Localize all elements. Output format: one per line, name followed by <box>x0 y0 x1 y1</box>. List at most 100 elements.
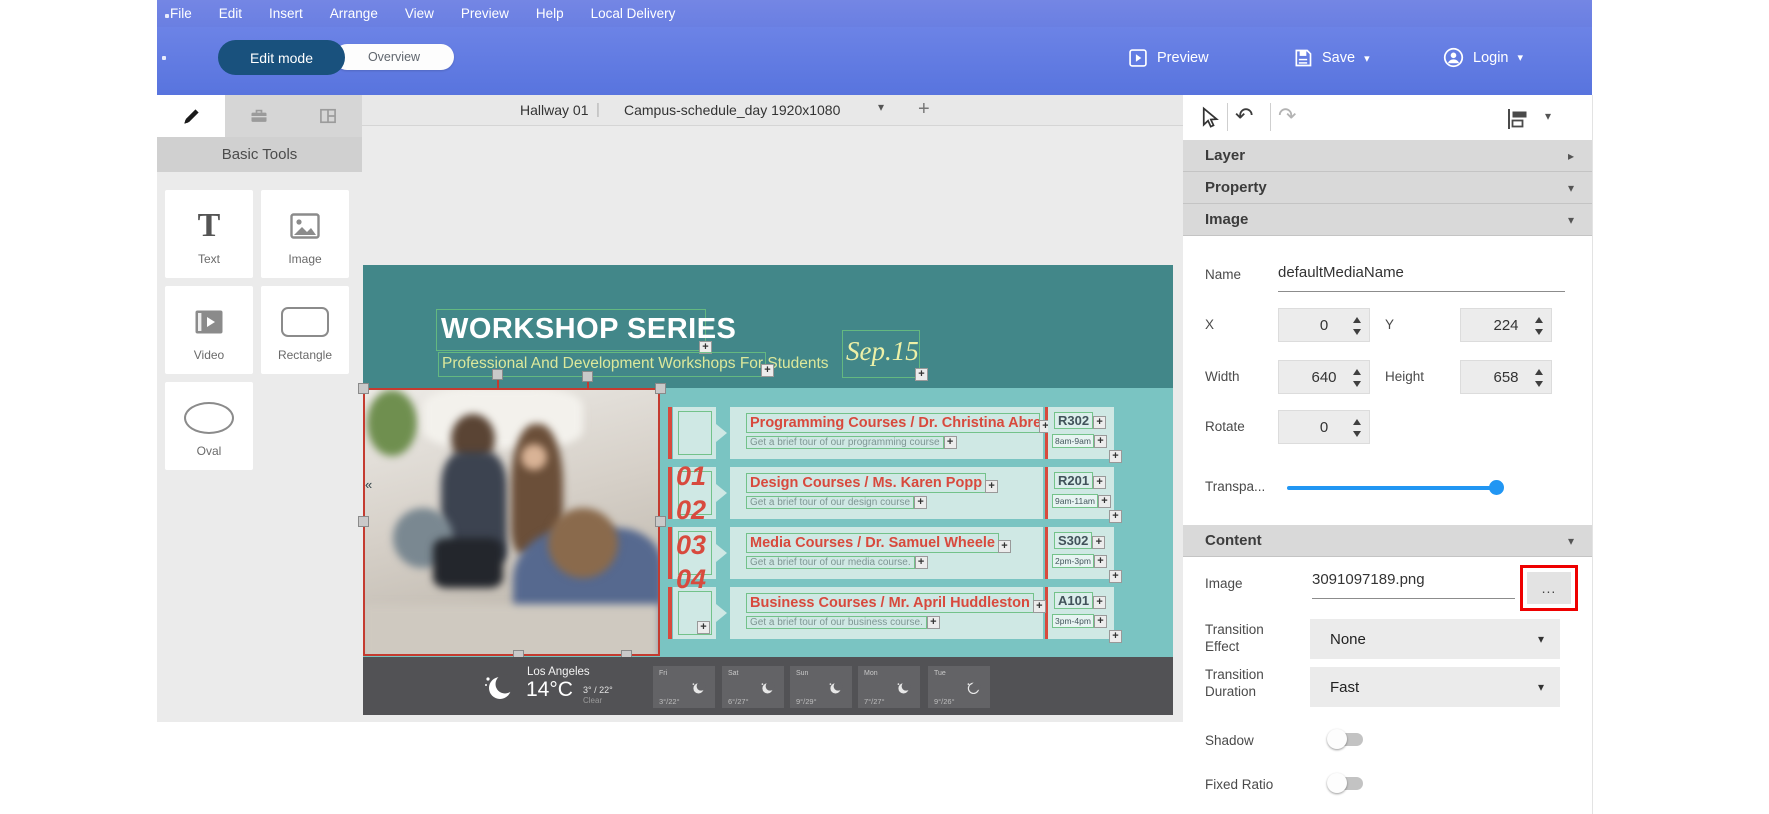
subtitle-selection-box[interactable]: Professional And Development Workshops F… <box>438 352 766 377</box>
selection-handle[interactable] <box>358 383 369 394</box>
login-dropdown-caret-icon[interactable] <box>1517 51 1523 64</box>
plus-handle-icon[interactable] <box>927 616 940 629</box>
section-content[interactable]: Content <box>1183 525 1592 557</box>
design-subtitle[interactable]: Professional And Development Workshops F… <box>439 353 765 373</box>
selection-handle[interactable] <box>655 383 666 394</box>
selection-handle[interactable] <box>582 371 593 382</box>
rotate-field[interactable]: 0 <box>1278 410 1370 444</box>
transparency-slider-knob[interactable] <box>1489 480 1504 495</box>
menu-item-edit[interactable]: Edit <box>219 6 242 21</box>
plus-handle-icon[interactable] <box>1109 510 1122 523</box>
save-button[interactable]: Save <box>1293 48 1370 68</box>
stepper-icon[interactable] <box>1353 316 1362 336</box>
menu-item-insert[interactable]: Insert <box>269 6 303 21</box>
row-desc[interactable]: Get a brief tour of our media course. <box>746 556 915 569</box>
tab-layouts[interactable] <box>294 95 362 137</box>
plus-handle-icon[interactable] <box>1109 630 1122 643</box>
row-title[interactable]: Design Courses / Ms. Karen Popp <box>746 473 986 493</box>
row-room[interactable]: A101 <box>1054 592 1093 609</box>
width-field[interactable]: 640 <box>1278 360 1370 394</box>
selection-handle[interactable] <box>492 369 503 380</box>
plus-handle-icon[interactable] <box>944 436 957 449</box>
screen-name[interactable]: Hallway 01 <box>520 102 588 118</box>
transition-effect-select[interactable]: None <box>1310 619 1560 659</box>
overview-toggle[interactable]: Overview <box>334 44 454 70</box>
redo-icon[interactable] <box>1278 105 1296 127</box>
plus-handle-icon[interactable] <box>1094 615 1107 628</box>
schedule-row[interactable]: Business Courses / Mr. April Huddleston … <box>668 587 1115 639</box>
row-room[interactable]: R302 <box>1054 412 1093 429</box>
tool-image[interactable]: Image <box>261 190 349 278</box>
menu-item-preview[interactable]: Preview <box>461 6 509 21</box>
plus-handle-icon[interactable] <box>1094 435 1107 448</box>
row-desc[interactable]: Get a brief tour of our design course <box>746 496 914 509</box>
image-selection-rect[interactable] <box>363 388 660 656</box>
menu-item-local-delivery[interactable]: Local Delivery <box>591 6 676 21</box>
row-title[interactable]: Programming Courses / Dr. Christina Abre… <box>746 413 1040 433</box>
row-time[interactable]: 3pm-4pm <box>1052 614 1094 628</box>
plus-handle-icon[interactable] <box>1093 596 1106 609</box>
row-time[interactable]: 9am-11am <box>1052 494 1098 508</box>
layout-dropdown-caret-icon[interactable] <box>878 100 884 114</box>
row-title[interactable]: Business Courses / Mr. April Huddleston <box>746 593 1034 613</box>
design-date[interactable]: Sep.15 <box>843 331 919 367</box>
design-title[interactable]: WORKSHOP SERIES <box>437 310 705 346</box>
row-time[interactable]: 2pm-3pm <box>1052 554 1094 568</box>
schedule-row[interactable]: Design Courses / Ms. Karen Popp Get a br… <box>668 467 1115 519</box>
edit-mode-toggle[interactable]: Edit mode <box>218 40 345 75</box>
menu-item-help[interactable]: Help <box>536 6 564 21</box>
plus-handle-icon[interactable] <box>1092 536 1105 549</box>
schedule-row[interactable]: Programming Courses / Dr. Christina Abre… <box>668 407 1115 459</box>
plus-handle-icon[interactable] <box>1094 555 1107 568</box>
menu-item-view[interactable]: View <box>405 6 434 21</box>
section-image[interactable]: Image <box>1183 204 1592 236</box>
selection-handle[interactable] <box>655 516 666 527</box>
login-button[interactable]: Login <box>1443 47 1523 68</box>
tab-basic-tools[interactable] <box>157 95 225 137</box>
plus-handle-icon[interactable] <box>915 556 928 569</box>
collapse-chevrons-icon[interactable]: « <box>365 477 372 492</box>
selection-handle[interactable] <box>358 516 369 527</box>
title-selection-box[interactable]: WORKSHOP SERIES <box>436 309 706 351</box>
cursor-icon[interactable] <box>1198 106 1221 130</box>
y-field[interactable]: 224 <box>1460 308 1552 342</box>
plus-handle-icon[interactable] <box>697 621 710 634</box>
stepper-icon[interactable] <box>1353 368 1362 388</box>
transparency-slider[interactable] <box>1287 486 1500 490</box>
tool-text[interactable]: T Text <box>165 190 253 278</box>
section-property[interactable]: Property <box>1183 172 1592 204</box>
transition-duration-select[interactable]: Fast <box>1310 667 1560 707</box>
align-icon[interactable] <box>1506 108 1530 130</box>
tool-rectangle[interactable]: Rectangle <box>261 286 349 374</box>
align-dropdown-caret-icon[interactable] <box>1545 109 1551 123</box>
schedule-row[interactable]: Media Courses / Dr. Samuel Wheele Get a … <box>668 527 1115 579</box>
row-time[interactable]: 8am-9am <box>1052 434 1094 448</box>
row-numbers[interactable]: 01 02 03 04 <box>676 460 718 598</box>
plus-handle-icon[interactable] <box>1093 476 1106 489</box>
stepper-icon[interactable] <box>1535 368 1544 388</box>
name-field[interactable]: defaultMediaName <box>1278 264 1404 281</box>
tool-video[interactable]: Video <box>165 286 253 374</box>
plus-handle-icon[interactable] <box>915 368 928 381</box>
height-field[interactable]: 658 <box>1460 360 1552 394</box>
plus-handle-icon[interactable] <box>998 540 1011 553</box>
plus-handle-icon[interactable] <box>1109 570 1122 583</box>
row-desc[interactable]: Get a brief tour of our programming cour… <box>746 436 944 449</box>
stepper-icon[interactable] <box>1353 418 1362 438</box>
row-room[interactable]: S302 <box>1054 532 1092 549</box>
plus-handle-icon[interactable] <box>1098 495 1111 508</box>
stepper-icon[interactable] <box>1535 316 1544 336</box>
date-selection-box[interactable]: Sep.15 <box>842 330 920 378</box>
menu-item-arrange[interactable]: Arrange <box>330 6 378 21</box>
row-title[interactable]: Media Courses / Dr. Samuel Wheele <box>746 533 999 553</box>
plus-handle-icon[interactable] <box>1033 600 1046 613</box>
plus-handle-icon[interactable] <box>1109 450 1122 463</box>
plus-handle-icon[interactable] <box>1093 416 1106 429</box>
tool-oval[interactable]: Oval <box>165 382 253 470</box>
x-field[interactable]: 0 <box>1278 308 1370 342</box>
number-selection-box[interactable] <box>678 411 712 455</box>
section-layer[interactable]: Layer <box>1183 140 1592 172</box>
layout-name[interactable]: Campus-schedule_day 1920x1080 <box>624 102 840 118</box>
row-room[interactable]: R201 <box>1054 472 1093 489</box>
undo-icon[interactable] <box>1235 105 1253 127</box>
